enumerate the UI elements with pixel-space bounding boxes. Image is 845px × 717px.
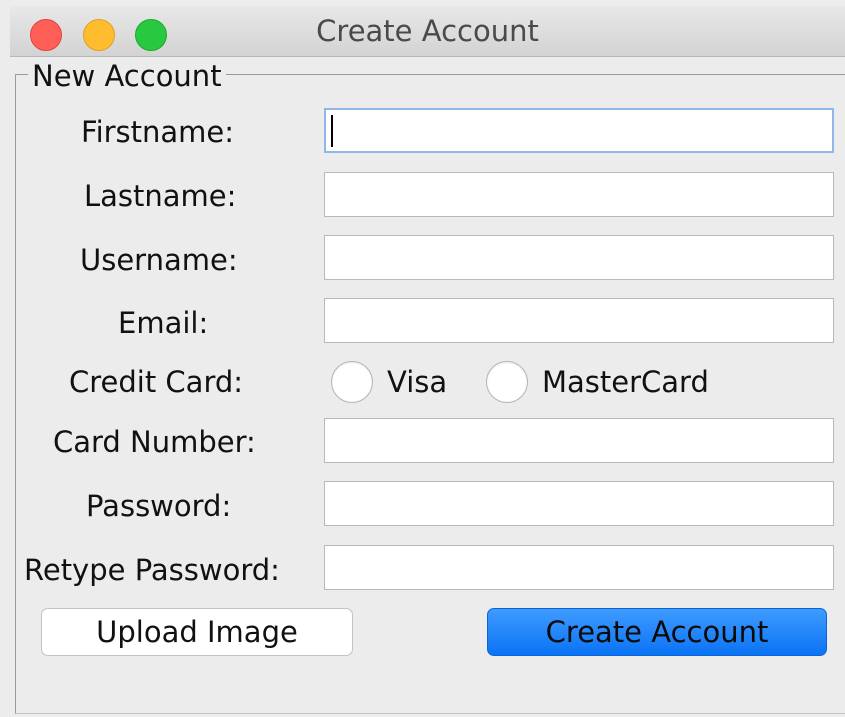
lastname-label: Lastname: [84,179,237,213]
text-cursor [331,115,333,147]
title-bar[interactable]: Create Account [10,6,845,57]
groupbox-title: New Account [28,58,226,94]
create-account-button[interactable]: Create Account [487,608,827,656]
visa-radio-label[interactable]: Visa [387,364,447,400]
visa-radio[interactable] [331,361,373,403]
credit-card-label: Credit Card: [69,365,244,399]
mastercard-radio-label[interactable]: MasterCard [542,364,709,400]
card-number-input[interactable] [324,418,834,463]
window-title: Create Account [316,14,539,48]
retype-password-label: Retype Password: [24,553,280,587]
card-number-label: Card Number: [53,425,256,459]
firstname-input[interactable] [324,108,834,153]
username-label: Username: [80,243,238,277]
password-input[interactable] [324,481,834,526]
username-input[interactable] [324,235,834,280]
upload-image-button[interactable]: Upload Image [41,608,353,656]
lastname-input[interactable] [324,172,834,217]
retype-password-input[interactable] [324,545,834,590]
create-account-window: Create Account New Account Firstname: La… [0,0,845,717]
password-label: Password: [86,489,232,523]
email-input[interactable] [324,298,834,343]
mastercard-radio[interactable] [486,361,528,403]
firstname-label: Firstname: [81,115,235,149]
email-label: Email: [118,306,209,340]
